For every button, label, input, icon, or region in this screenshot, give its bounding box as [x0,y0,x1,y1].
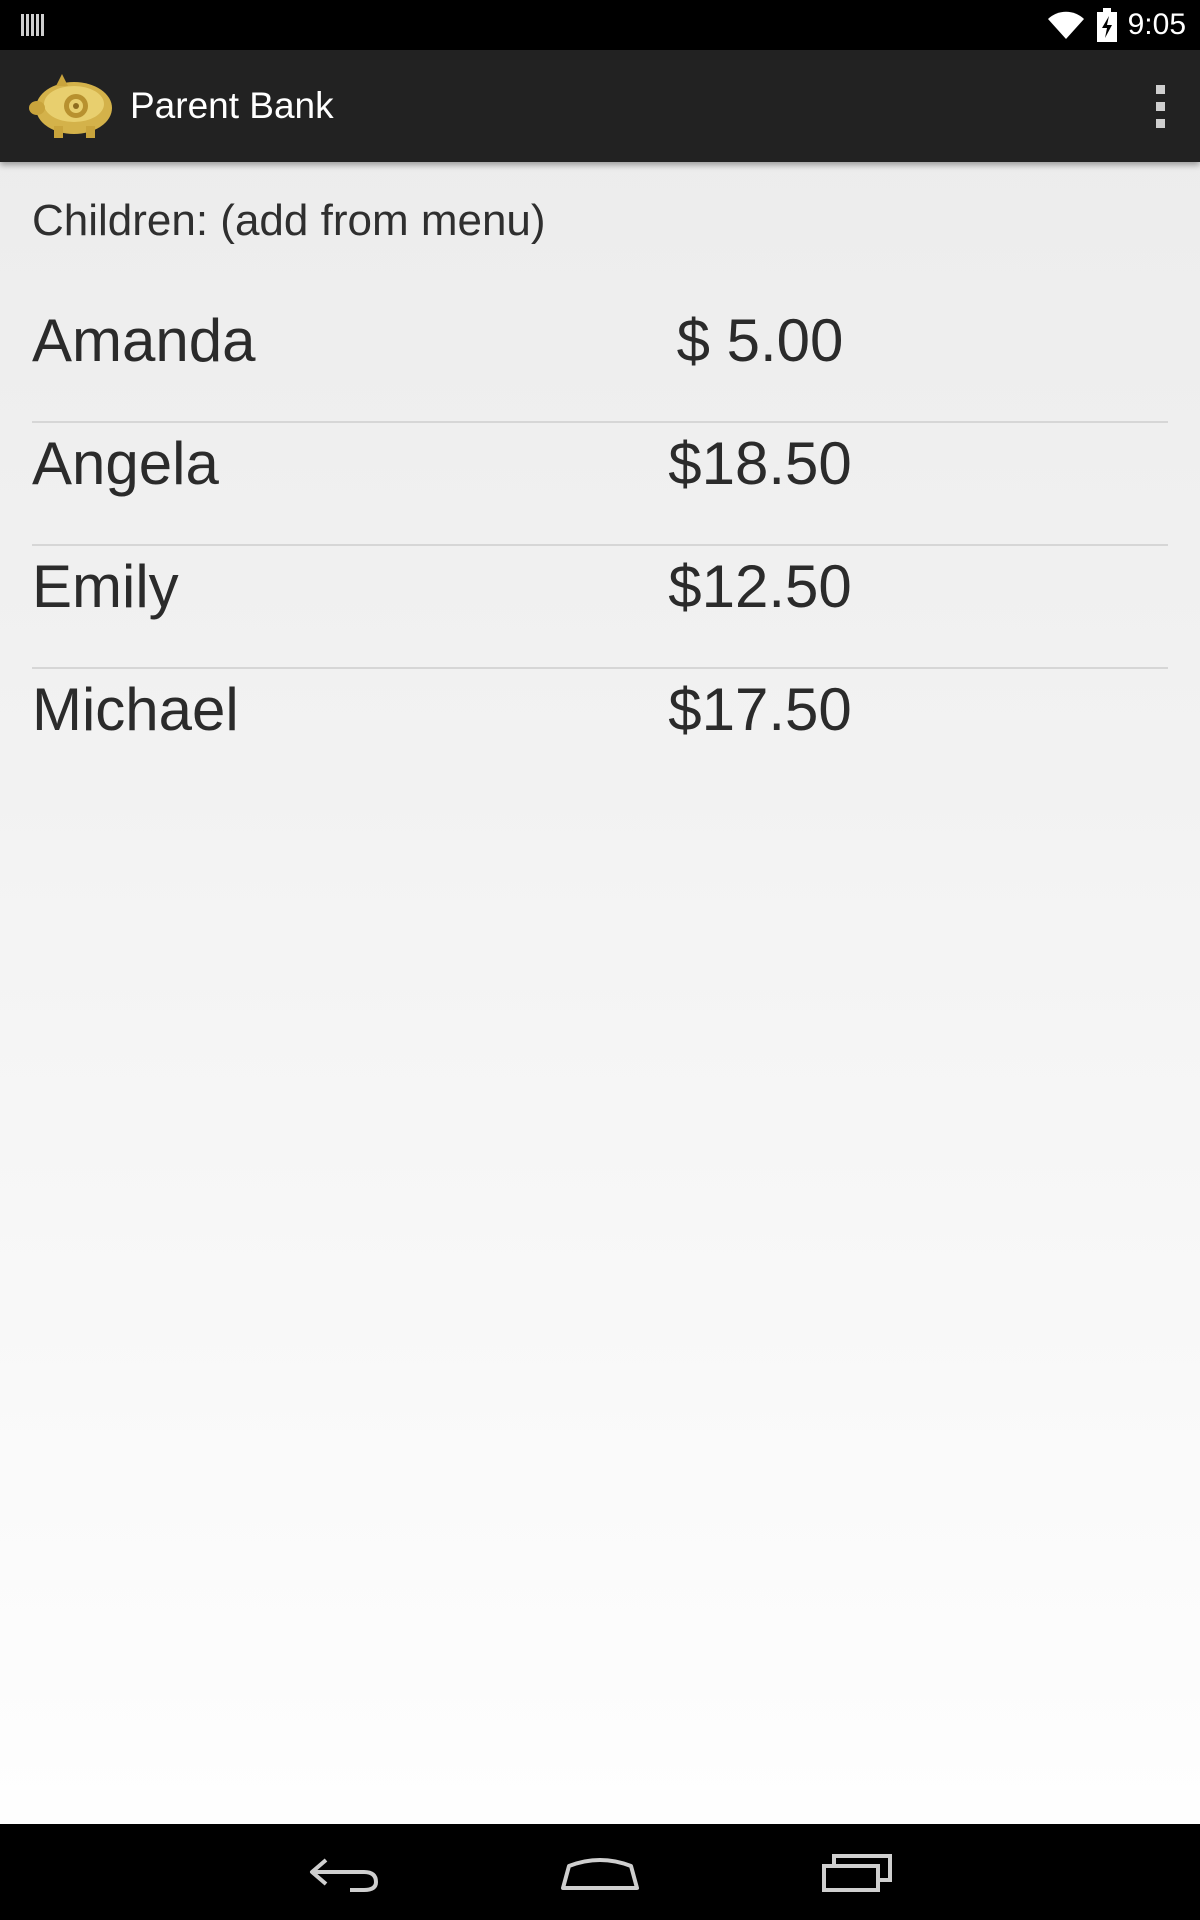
child-name: Angela [32,430,219,497]
child-balance: $ 5.00 [676,307,844,374]
battery-charging-icon [1096,8,1117,42]
barcode-icon [21,14,44,36]
navigation-bar [0,1824,1200,1920]
status-time: 9:05 [1127,8,1186,41]
screen: 9:05 Parent Bank Children: (add from men… [0,0,1200,1920]
overflow-menu-button[interactable] [1142,76,1178,136]
child-balance: $18.50 [668,430,852,497]
overflow-menu-dot [1155,101,1165,111]
child-row-amanda[interactable]: Amanda $ 5.00 [32,300,1168,423]
child-name: Amanda [32,307,256,374]
child-row-emily[interactable]: Emily $12.50 [32,546,1168,669]
child-balance: $17.50 [668,676,852,743]
back-icon[interactable] [298,1842,388,1902]
child-name: Michael [32,676,239,743]
overflow-menu-dot [1155,118,1165,128]
recent-apps-icon[interactable] [812,1842,902,1902]
child-name: Emily [32,553,179,620]
child-row-michael[interactable]: Michael $17.50 [32,669,1168,790]
wifi-icon [1047,11,1084,39]
status-icons: 9:05 [1046,0,1186,50]
piggy-bank-icon[interactable] [28,72,116,140]
children-heading: Children: (add from menu) [32,196,546,245]
children-list: Amanda $ 5.00 Angela $18.50 Emily $12.50… [32,300,1168,790]
child-balance: $12.50 [668,553,852,620]
overflow-menu-icon [1155,84,1165,94]
action-bar: Parent Bank [0,50,1200,162]
home-icon[interactable] [555,1842,645,1902]
child-row-angela[interactable]: Angela $18.50 [32,423,1168,546]
app-title: Parent Bank [130,85,334,126]
status-bar: 9:05 [0,0,1200,50]
